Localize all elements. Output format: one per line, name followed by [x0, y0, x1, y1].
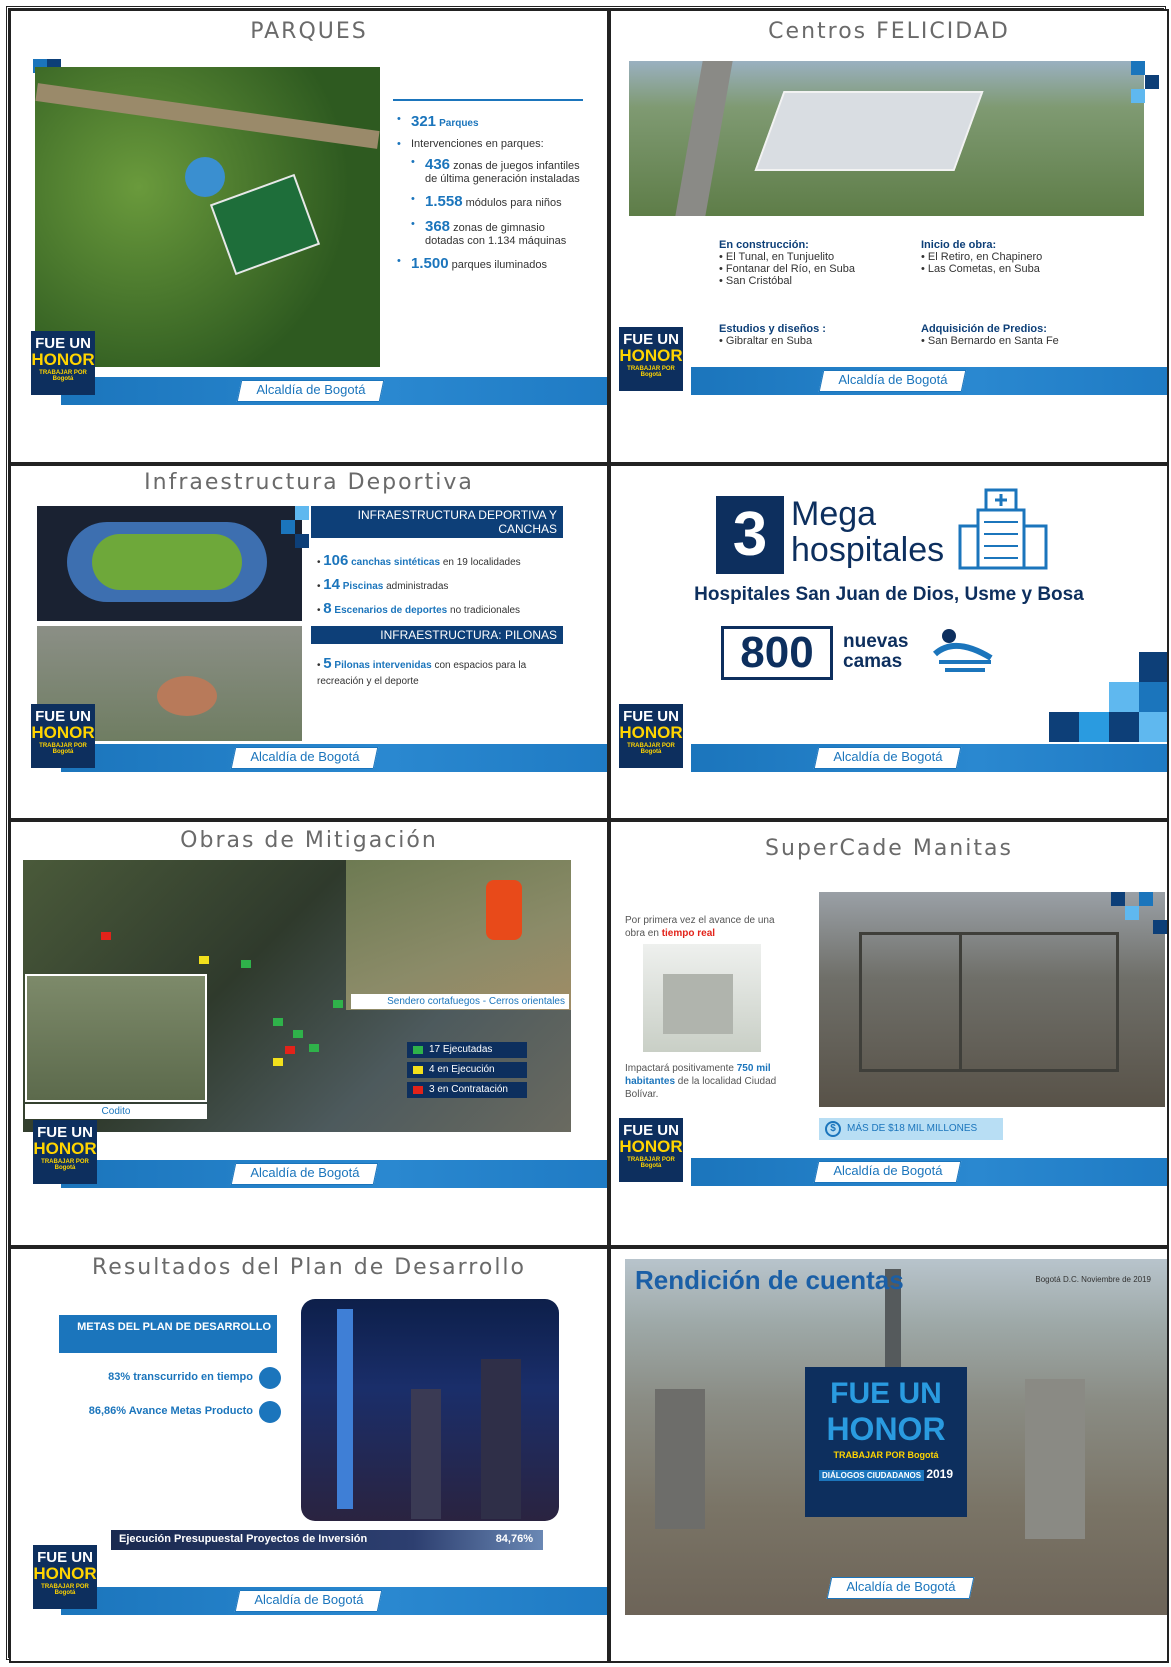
- slide-title: Centros FELICIDAD: [768, 19, 1010, 44]
- footer-label: Alcaldía de Bogotá: [230, 1163, 379, 1185]
- slide-title: Obras de Mitigación: [180, 828, 438, 853]
- clock-icon: [259, 1367, 281, 1389]
- hospital-bed-icon: [931, 626, 1001, 676]
- legend-item: 4 en Ejecución: [407, 1062, 527, 1078]
- divider: [393, 99, 583, 101]
- slide-title: Infraestructura Deportiva: [144, 470, 474, 495]
- estudios-disenos: Estudios y diseños : • Gibraltar en Suba: [719, 323, 826, 347]
- rendicion-date: Bogotá D.C. Noviembre de 2019: [1035, 1275, 1151, 1284]
- metas-header: METAS DEL PLAN DE DESARROLLO: [59, 1315, 277, 1353]
- list-item: 321 Parques: [397, 113, 585, 130]
- firebreak-trail-photo: [346, 860, 571, 1010]
- meta-product: 86,86% Avance Metas Producto: [51, 1401, 281, 1423]
- inicio-obra: Inicio de obra: • El Retiro, en Chapiner…: [921, 239, 1043, 275]
- legend-swatch: [413, 1046, 423, 1054]
- slide-title: PARQUES: [250, 19, 368, 44]
- beds-label: nuevas camas: [843, 631, 909, 672]
- en-construccion: En construcción: • El Tunal, en Tunjueli…: [719, 239, 855, 287]
- deportiva-list-1: • 106 canchas sintéticas en 19 localidad…: [317, 552, 521, 617]
- footer-label: Alcaldía de Bogotá: [818, 370, 967, 392]
- fue-un-honor-logo: FUE UN HONOR TRABAJAR POR Bogotá: [31, 331, 95, 395]
- adquisicion-predios: Adquisición de Predios: • San Bernardo e…: [921, 323, 1059, 347]
- codito-aerial-photo: [25, 974, 207, 1102]
- slide-title: Resultados del Plan de Desarrollo: [91, 1255, 527, 1280]
- building-render-photo: [643, 944, 761, 1052]
- legend-item: 3 en Contratación: [407, 1082, 527, 1098]
- slides-grid: PARQUES 321 Parques Intervenciones en pa…: [6, 6, 1169, 1663]
- stadium-night-photo: [37, 506, 302, 621]
- fue-un-honor-logo: FUE UN HONOR TRABAJAR POR Bogotá: [619, 327, 683, 391]
- list-item: Intervenciones en parques: 436 zonas de …: [397, 138, 585, 247]
- slide-infraestructura-deportiva: Infraestructura Deportiva INFRAESTRUCTUR…: [9, 464, 609, 820]
- supercade-text-1: Por primera vez el avance de una obra en…: [625, 915, 775, 939]
- budget-execution-bar: Ejecución Presupuestal Proyectos de Inve…: [111, 1530, 543, 1550]
- fue-un-honor-logo: FUE UN HONOR TRABAJAR POR Bogotá: [33, 1120, 97, 1184]
- codito-caption: Codito: [25, 1104, 207, 1119]
- footer-label: Alcaldía de Bogotá: [813, 747, 962, 769]
- slide-centros-felicidad: Centros FELICIDAD En construcción: • El …: [609, 9, 1169, 464]
- deportiva-list-2: • 5 Pilonas intervenidas con espacios pa…: [317, 655, 527, 688]
- big-number-box: 3: [716, 496, 784, 574]
- footer-label: Alcaldía de Bogotá: [813, 1161, 962, 1183]
- fue-un-honor-logo: FUE UN HONOR TRABAJAR POR Bogotá: [619, 704, 683, 768]
- dollar-icon: $: [825, 1121, 841, 1137]
- slide-rendicion-cuentas: Rendición de cuentas Bogotá D.C. Noviemb…: [609, 1247, 1169, 1663]
- chart-icon: [259, 1401, 281, 1423]
- list-item: 368 zonas de gimnasio dotadas con 1.134 …: [411, 218, 585, 247]
- map-legend: 17 Ejecutadas 4 en Ejecución 3 en Contra…: [407, 1042, 527, 1102]
- mega-label: Mega hospitales: [791, 495, 945, 569]
- slide-title: SuperCade Manitas: [765, 836, 1013, 861]
- footer-label: Alcaldía de Bogotá: [234, 1590, 383, 1612]
- fue-un-honor-logo: FUE UN HONOR TRABAJAR POR Bogotá: [31, 704, 95, 768]
- firebreak-caption: Sendero cortafuegos - Cerros orientales: [351, 994, 569, 1009]
- slide-supercade-manitas: SuperCade Manitas Por primera vez el ava…: [609, 820, 1169, 1247]
- list-item: 1.500 parques iluminados: [397, 255, 585, 272]
- legend-swatch: [413, 1066, 423, 1074]
- parques-list: 321 Parques Intervenciones en parques: 4…: [397, 113, 585, 280]
- section-header-canchas: INFRAESTRUCTURA DEPORTIVA Y CANCHAS: [311, 506, 563, 538]
- city-night-photo: [301, 1299, 559, 1521]
- pixel-decoration: [1111, 892, 1167, 942]
- list-item: 1.558 módulos para niños: [411, 193, 585, 210]
- supercade-text-2: Impactará positivamente 750 mil habitant…: [625, 1063, 777, 1100]
- construction-aerial-photo: [629, 61, 1144, 216]
- legend-item: 17 Ejecutadas: [407, 1042, 527, 1058]
- section-header-pilonas: INFRAESTRUCTURA: PILONAS: [311, 626, 563, 644]
- hospitals-subtitle: Hospitales San Juan de Dios, Usme y Bosa: [694, 584, 1084, 605]
- meta-time: 83% transcurrido en tiempo: [71, 1367, 281, 1389]
- fue-un-honor-big-logo: FUE UN HONOR TRABAJAR POR Bogotá DIÁLOGO…: [805, 1367, 967, 1517]
- fue-un-honor-logo: FUE UN HONOR TRABAJAR POR Bogotá: [619, 1118, 683, 1182]
- footer-label: Alcaldía de Bogotá: [230, 747, 379, 769]
- hospital-building-icon: [956, 486, 1056, 571]
- list-item: 436 zonas de juegos infantiles de última…: [411, 156, 585, 185]
- park-aerial-photo: [35, 67, 380, 367]
- slide-obras-mitigacion: Obras de Mitigación Sendero cortafuegos …: [9, 820, 609, 1247]
- money-badge: $ MÁS DE $18 MIL MILLONES: [819, 1118, 1003, 1140]
- footer-label: Alcaldía de Bogotá: [236, 380, 385, 402]
- fue-un-honor-logo: FUE UN HONOR TRABAJAR POR Bogotá: [33, 1545, 97, 1609]
- legend-swatch: [413, 1086, 423, 1094]
- pixel-decoration: [999, 652, 1167, 742]
- pixel-decoration: [1131, 61, 1167, 111]
- slide-resultados-plan: Resultados del Plan de Desarrollo METAS …: [9, 1247, 609, 1663]
- slide-parques: PARQUES 321 Parques Intervenciones en pa…: [9, 9, 609, 464]
- slide-mega-hospitales: 3 Mega hospitales Hospitales San Juan de…: [609, 464, 1169, 820]
- beds-number-box: 800: [721, 626, 833, 680]
- rendicion-title: Rendición de cuentas: [635, 1265, 904, 1295]
- footer-label: Alcaldía de Bogotá: [826, 1577, 975, 1599]
